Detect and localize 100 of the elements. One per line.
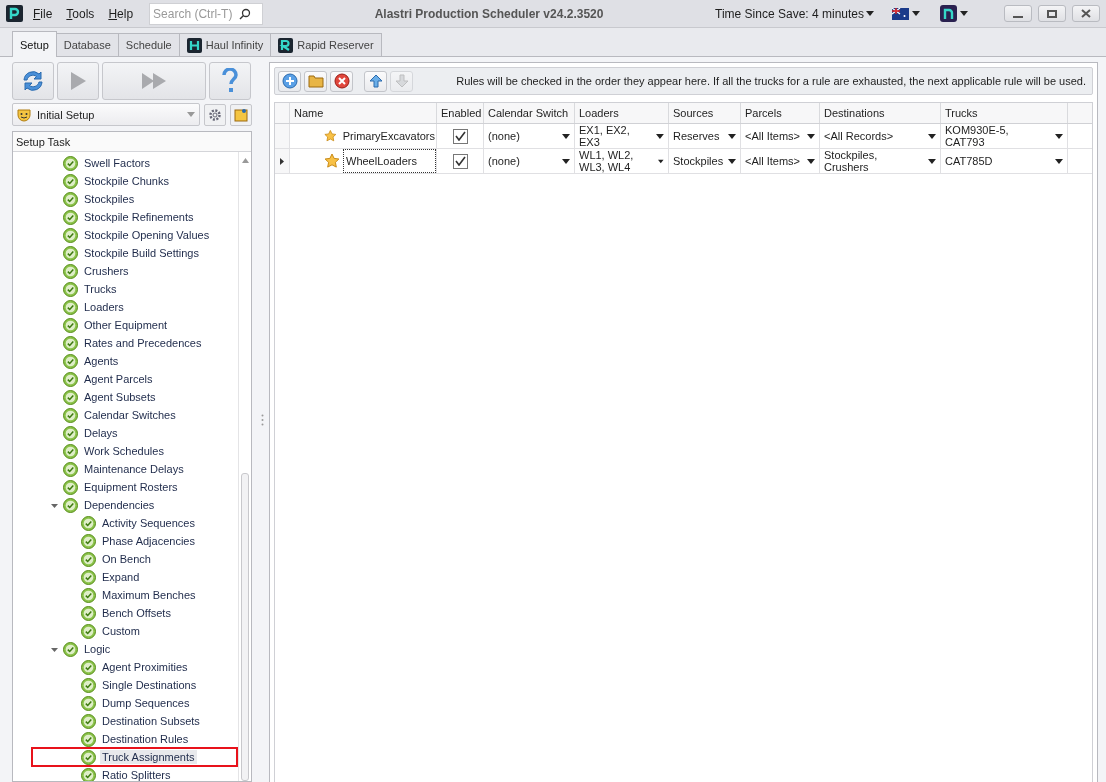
account-logo-icon[interactable] (940, 5, 957, 22)
checkbox[interactable] (452, 128, 468, 144)
tree-item[interactable]: Trucks (82, 282, 119, 296)
expander-icon[interactable] (50, 645, 58, 653)
table-cell[interactable]: PrimaryExcavators (339, 124, 436, 148)
table-cell[interactable]: (none) (488, 155, 520, 167)
menu-item[interactable]: File (29, 6, 57, 21)
menu-item[interactable]: Tools (62, 6, 99, 21)
flag-icon[interactable] (892, 7, 909, 20)
search-field[interactable]: Search (Ctrl-T) (149, 2, 264, 25)
column-header[interactable]: Calendar Switch (484, 103, 575, 123)
tree-item[interactable]: Rates and Precedences (82, 336, 204, 350)
checkbox[interactable] (452, 153, 468, 169)
dropdown-caret-icon[interactable] (960, 11, 968, 16)
table-cell[interactable]: WL1, WL2, WL3, WL4 (579, 149, 655, 173)
tree-item[interactable]: Equipment Rosters (82, 480, 180, 494)
expander-icon[interactable] (50, 501, 58, 509)
table-cell[interactable]: EX1, EX2, EX3 (579, 124, 653, 148)
tab[interactable]: Setup (12, 31, 57, 57)
scrollbar-thumb[interactable] (241, 473, 249, 781)
tree-item[interactable]: Destination Rules (100, 732, 191, 746)
column-header[interactable]: Trucks (941, 103, 1068, 123)
tree-item[interactable]: Delays (82, 426, 120, 440)
tree-item[interactable]: Swell Factors (82, 156, 153, 170)
table-cell[interactable]: WheelLoaders (343, 149, 436, 173)
tree-item[interactable]: Stockpile Opening Values (82, 228, 212, 242)
dropdown-caret-icon[interactable] (562, 133, 570, 139)
tree-item[interactable]: Phase Adjacencies (100, 534, 197, 548)
tree-item[interactable]: Custom (100, 624, 142, 638)
tree-item[interactable]: Maintenance Delays (82, 462, 186, 476)
dropdown-caret-icon[interactable] (658, 158, 664, 164)
tree-item[interactable]: Dependencies (82, 498, 157, 512)
tree-item[interactable]: Work Schedules (82, 444, 166, 458)
tree-item[interactable]: Dump Sequences (100, 696, 192, 710)
help-button[interactable] (209, 62, 251, 100)
tree-item[interactable]: Calendar Switches (82, 408, 178, 422)
tree-item[interactable]: Activity Sequences (100, 516, 197, 530)
tree-item[interactable]: Agent Proximities (100, 660, 190, 674)
tree-item[interactable]: Agents (82, 354, 121, 368)
settings-button[interactable] (204, 103, 226, 126)
tree-item[interactable]: Destination Subsets (100, 714, 202, 728)
open-button[interactable] (304, 70, 327, 92)
tab[interactable]: Rapid Reserver (270, 33, 382, 56)
dropdown-caret-icon[interactable] (728, 133, 736, 139)
tree-item[interactable]: Crushers (82, 264, 131, 278)
tree-item[interactable]: Maximum Benches (100, 588, 198, 602)
column-header[interactable]: Enabled (437, 103, 484, 123)
tree-item[interactable]: Single Destinations (100, 678, 199, 692)
column-header[interactable]: Destinations (820, 103, 941, 123)
dropdown-caret-icon[interactable] (562, 158, 570, 164)
notes-button[interactable] (230, 103, 252, 126)
dropdown-caret-icon[interactable] (928, 158, 936, 164)
dropdown-caret-icon[interactable] (1055, 133, 1063, 139)
dropdown-caret-icon[interactable] (928, 133, 936, 139)
save-status[interactable]: Time Since Save: 4 minutes (715, 6, 864, 21)
table-cell[interactable]: KOM930E-5, CAT793 (945, 124, 1051, 148)
dropdown-caret-icon[interactable] (728, 158, 736, 164)
add-button[interactable] (278, 70, 301, 92)
table-cell[interactable]: Stockpiles, Crushers (824, 149, 925, 173)
column-header[interactable]: Loaders (575, 103, 669, 123)
menu-item[interactable]: Help (104, 6, 138, 21)
column-header[interactable]: Sources (669, 103, 741, 123)
close-button[interactable] (1072, 5, 1100, 22)
splitter-grip-icon[interactable] (261, 413, 264, 426)
delete-button[interactable] (330, 70, 353, 92)
tree-item[interactable]: On Bench (100, 552, 153, 566)
tab[interactable]: Schedule (117, 33, 180, 56)
tab[interactable]: Database (55, 33, 119, 56)
tab[interactable]: Haul Infinity (178, 33, 272, 56)
tree-item[interactable]: Logic (82, 642, 113, 656)
table-cell[interactable]: <All Items> (745, 130, 801, 142)
column-header[interactable]: Parcels (741, 103, 820, 123)
profile-dropdown[interactable]: Initial Setup (12, 103, 200, 126)
dropdown-caret-icon[interactable] (807, 158, 815, 164)
tree-item[interactable]: Truck Assignments (100, 750, 197, 764)
table-cell[interactable]: Stockpiles (673, 155, 724, 167)
dropdown-caret-icon[interactable] (807, 133, 815, 139)
refresh-button[interactable] (12, 62, 54, 100)
tree-item[interactable]: Agent Subsets (82, 390, 158, 404)
tree-item[interactable]: Stockpile Build Settings (82, 246, 201, 260)
tree-item[interactable]: Other Equipment (82, 318, 170, 332)
column-header[interactable]: Name (290, 103, 437, 123)
tree-item[interactable]: Ratio Splitters (100, 768, 173, 781)
tree-item[interactable]: Bench Offsets (100, 606, 173, 620)
scroll-up-icon[interactable] (241, 158, 249, 163)
row-header[interactable] (275, 149, 290, 173)
table-cell[interactable]: Reserves (673, 130, 720, 142)
dropdown-caret-icon[interactable] (656, 133, 664, 139)
table-cell[interactable]: <All Records> (824, 130, 894, 142)
dropdown-caret-icon[interactable] (866, 11, 874, 16)
minimize-button[interactable] (1004, 5, 1032, 22)
table-cell[interactable]: CAT785D (945, 155, 993, 167)
dropdown-caret-icon[interactable] (912, 11, 920, 16)
up-button[interactable] (364, 70, 387, 92)
tree-item[interactable]: Stockpile Refinements (82, 210, 196, 224)
maximize-button[interactable] (1038, 5, 1066, 22)
tree-item[interactable]: Stockpile Chunks (82, 174, 171, 188)
tree-item[interactable]: Loaders (82, 300, 126, 314)
tree-item[interactable]: Expand (100, 570, 142, 584)
table-cell[interactable]: <All Items> (745, 155, 801, 167)
